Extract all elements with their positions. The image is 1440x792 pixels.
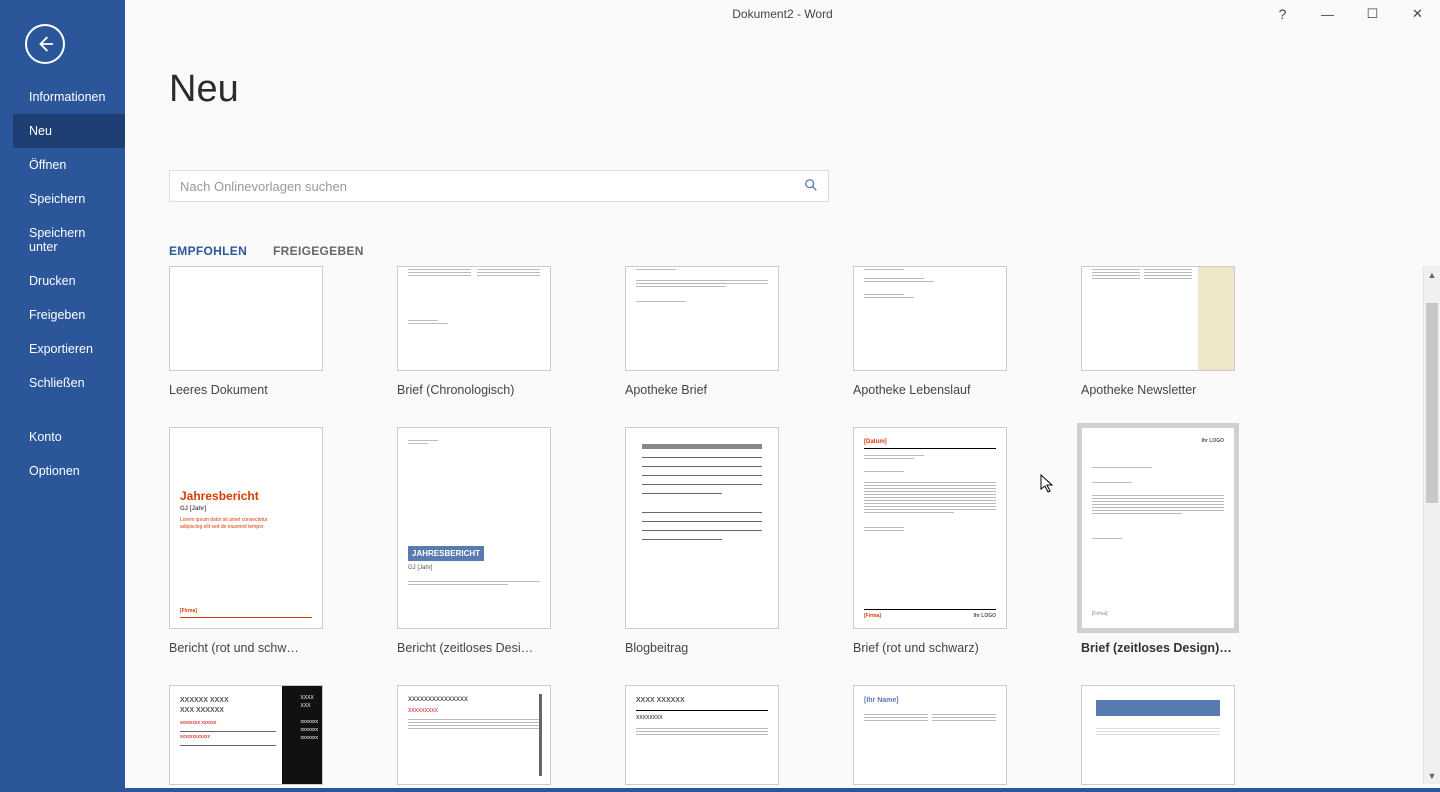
- backstage-sidebar: Informationen Neu Öffnen Speichern Speic…: [13, 0, 125, 792]
- search-input[interactable]: [170, 179, 794, 194]
- template-label: Blogbeitrag: [625, 641, 779, 655]
- template-tile-row3-5[interactable]: [1081, 685, 1235, 785]
- close-button[interactable]: ✕: [1395, 0, 1440, 28]
- sidebar-item-drucken[interactable]: Drucken: [13, 264, 125, 298]
- template-label: Apotheke Newsletter: [1081, 383, 1235, 397]
- template-tile-brief-rot-schwarz[interactable]: [Datum] [Firma] Ihr LOGO Brief (rot und …: [853, 427, 1007, 655]
- help-button[interactable]: ?: [1260, 0, 1305, 28]
- template-label: Brief (rot und schwarz): [853, 641, 1007, 655]
- template-row: XXXXXX XXXX XXX XXXXXX xxxxxxxx xxxxxx x…: [169, 685, 1416, 785]
- sidebar-item-speichern-unter[interactable]: Speichern unter: [13, 216, 125, 264]
- template-label: Brief (Chronologisch): [397, 383, 551, 397]
- template-tile-apotheke-brief[interactable]: Apotheke Brief: [625, 266, 779, 397]
- template-tile-row3-3[interactable]: XXXX XXXXXX XXXXXXXX: [625, 685, 779, 785]
- template-tile-apotheke-lebenslauf[interactable]: Apotheke Lebenslauf: [853, 266, 1007, 397]
- template-tabs: EMPFOHLEN FREIGEGEBEN: [169, 244, 364, 258]
- back-arrow-icon: [34, 33, 56, 55]
- template-row: Leeres Dokument Brief (Chronologisch) Ap…: [169, 266, 1416, 397]
- sidebar-item-konto[interactable]: Konto: [13, 420, 125, 454]
- template-tile-row3-4[interactable]: [Ihr Name]: [853, 685, 1007, 785]
- sidebar-item-oeffnen[interactable]: Öffnen: [13, 148, 125, 182]
- status-strip: [0, 788, 1440, 792]
- sidebar-item-neu[interactable]: Neu: [13, 114, 125, 148]
- sidebar-item-freigeben[interactable]: Freigeben: [13, 298, 125, 332]
- main-panel: Neu EMPFOHLEN FREIGEGEBEN Leeres Dokumen…: [125, 28, 1440, 788]
- scroll-thumb[interactable]: [1426, 303, 1438, 503]
- template-label: Bericht (rot und schw…: [169, 641, 323, 655]
- template-row: Jahresbericht GJ [Jahr] Lorem ipsum dolo…: [169, 427, 1416, 655]
- sidebar-item-exportieren[interactable]: Exportieren: [13, 332, 125, 366]
- template-tile-brief-zeitlos[interactable]: Ihr LOGO [Firma] Brief (zeitloses Design…: [1081, 427, 1235, 655]
- scroll-up-button[interactable]: ▲: [1424, 266, 1440, 283]
- window-title: Dokument2 - Word: [732, 7, 832, 21]
- template-search[interactable]: [169, 170, 829, 202]
- template-tile-leeres-dokument[interactable]: Leeres Dokument: [169, 266, 323, 397]
- back-button[interactable]: [25, 24, 65, 64]
- gallery-scrollbar[interactable]: ▲ ▼: [1423, 266, 1440, 784]
- scroll-down-button[interactable]: ▼: [1424, 767, 1440, 784]
- template-tile-blogbeitrag[interactable]: Blogbeitrag: [625, 427, 779, 655]
- template-tile-bericht-rot-schwarz[interactable]: Jahresbericht GJ [Jahr] Lorem ipsum dolo…: [169, 427, 323, 655]
- template-tile-apotheke-newsletter[interactable]: Apotheke Newsletter: [1081, 266, 1235, 397]
- left-edge-strip: [0, 0, 13, 792]
- template-gallery: Leeres Dokument Brief (Chronologisch) Ap…: [169, 266, 1416, 788]
- search-icon[interactable]: [794, 178, 828, 195]
- titlebar: Dokument2 - Word ? — ☐ ✕: [125, 0, 1440, 28]
- template-label: Apotheke Brief: [625, 383, 779, 397]
- tab-empfohlen[interactable]: EMPFOHLEN: [169, 244, 247, 258]
- sidebar-item-schliessen[interactable]: Schließen: [13, 366, 125, 400]
- template-tile-row3-1[interactable]: XXXXXX XXXX XXX XXXXXX xxxxxxxx xxxxxx x…: [169, 685, 323, 785]
- template-tile-row3-2[interactable]: XXXXXXXXXXXXXXX XXXXXXXXX: [397, 685, 551, 785]
- sidebar-item-informationen[interactable]: Informationen: [13, 80, 125, 114]
- template-label: Bericht (zeitloses Desi…: [397, 641, 551, 655]
- template-tile-brief-chronologisch[interactable]: Brief (Chronologisch): [397, 266, 551, 397]
- template-label: Leeres Dokument: [169, 383, 323, 397]
- sidebar-item-speichern[interactable]: Speichern: [13, 182, 125, 216]
- minimize-button[interactable]: —: [1305, 0, 1350, 28]
- template-label: Brief (zeitloses Design)📌: [1081, 641, 1235, 655]
- template-tile-bericht-zeitlos[interactable]: JAHRESBERICHT GJ [Jahr] Bericht (zeitlos…: [397, 427, 551, 655]
- maximize-button[interactable]: ☐: [1350, 0, 1395, 28]
- sidebar-item-optionen[interactable]: Optionen: [13, 454, 125, 488]
- page-title: Neu: [169, 68, 239, 111]
- sidebar-nav: Informationen Neu Öffnen Speichern Speic…: [13, 80, 125, 488]
- template-label: Apotheke Lebenslauf: [853, 383, 1007, 397]
- scroll-track[interactable]: [1424, 283, 1440, 767]
- tab-freigegeben[interactable]: FREIGEGEBEN: [273, 244, 364, 258]
